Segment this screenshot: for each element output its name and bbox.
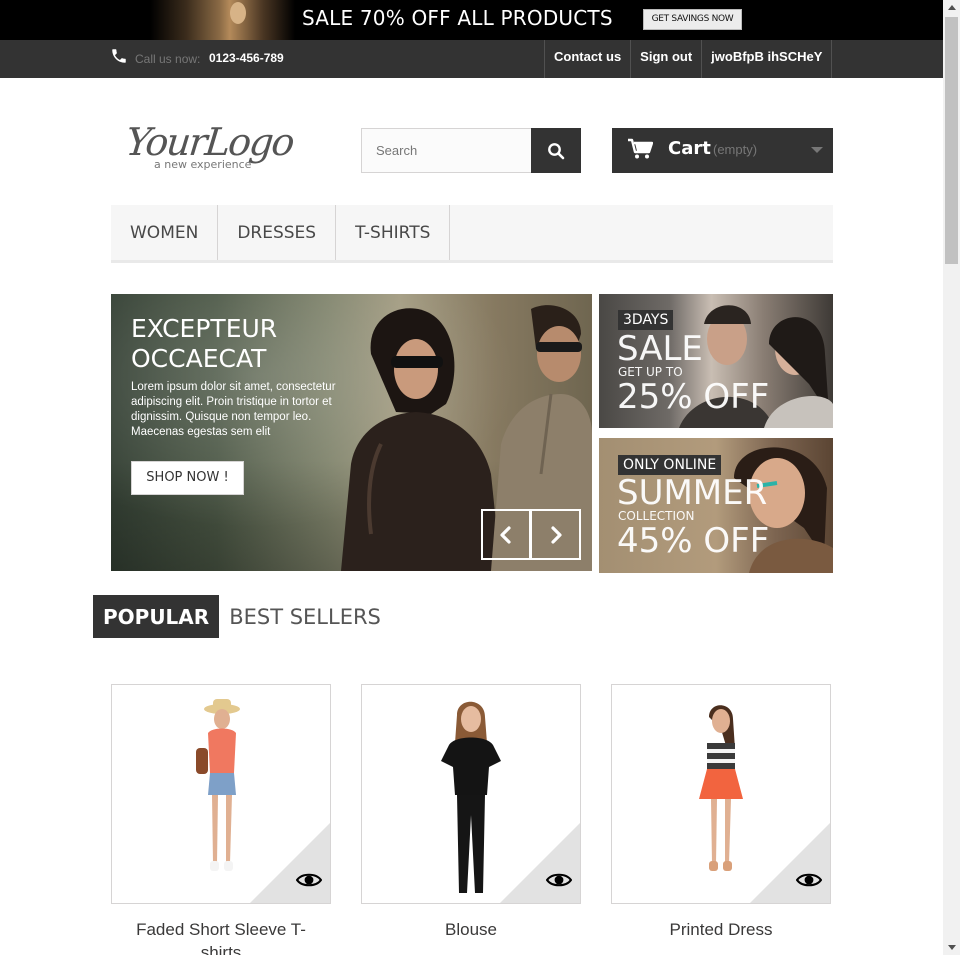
tile-tag-only-online: ONLY ONLINE	[618, 455, 722, 475]
search-form	[361, 128, 581, 173]
product-image[interactable]	[611, 684, 831, 904]
tile-summer-text: SUMMER	[617, 473, 768, 513]
promo-model-image	[150, 0, 295, 40]
slider-prev-button[interactable]	[481, 509, 531, 560]
promo-text: SALE 70% OFF ALL PRODUCTS	[302, 6, 613, 30]
logo-tagline: a new experience	[154, 158, 252, 171]
slide-title: EXCEPTEUR OCCAECAT	[131, 314, 278, 373]
cart-label: Cart	[668, 138, 711, 159]
slider-controls	[481, 509, 582, 560]
product-name[interactable]: Blouse	[361, 918, 581, 941]
phone-icon	[112, 49, 126, 63]
promo-banner[interactable]: SALE 70% OFF ALL PRODUCTS GET SAVINGS NO…	[0, 0, 943, 40]
search-button[interactable]	[531, 128, 581, 173]
phone-number: 0123-456-789	[209, 51, 284, 65]
promo-tile-sale[interactable]: 3DAYS SALE GET UP TO 25% OFF	[599, 294, 833, 428]
slider-next-button[interactable]	[531, 509, 581, 560]
get-savings-button[interactable]: GET SAVINGS NOW	[643, 9, 742, 30]
contact-us-link[interactable]: Contact us	[545, 40, 632, 78]
scrollbar-thumb[interactable]	[945, 17, 958, 264]
menu-item-tshirts[interactable]: T-SHIRTS	[336, 205, 451, 260]
scroll-up-arrow-icon[interactable]	[948, 5, 956, 10]
tile-tag-3days: 3DAYS	[618, 310, 674, 330]
product-photo	[196, 699, 240, 871]
caret-down-icon	[811, 147, 823, 153]
product-image[interactable]	[111, 684, 331, 904]
scroll-down-arrow-icon[interactable]	[948, 945, 956, 950]
top-nav-bar: Call us now: 0123-456-789 Contact us Sig…	[0, 40, 943, 78]
chevron-left-icon	[500, 525, 511, 544]
tile-25-off-text: 25% OFF	[617, 377, 770, 417]
product-image[interactable]	[361, 684, 581, 904]
page-scrollbar[interactable]	[943, 0, 960, 955]
call-label: Call us now:	[135, 52, 201, 66]
tab-best-sellers[interactable]: BEST SELLERS	[219, 595, 391, 638]
sign-out-link[interactable]: Sign out	[631, 40, 703, 78]
product-name[interactable]: Printed Dress	[611, 918, 831, 941]
shop-now-button[interactable]: SHOP NOW !	[131, 461, 244, 495]
tab-popular[interactable]: POPULAR	[93, 595, 220, 638]
quick-view-corner	[750, 823, 830, 903]
product-card[interactable]: Blouse	[361, 684, 581, 941]
product-name[interactable]: Faded Short Sleeve T-shirts	[111, 918, 331, 955]
product-card[interactable]: Printed Dress	[611, 684, 831, 941]
eye-icon[interactable]	[546, 871, 572, 889]
product-photo	[699, 705, 743, 871]
slide-description: Lorem ipsum dolor sit amet, consectetur …	[131, 381, 336, 438]
promo-tile-summer[interactable]: ONLY ONLINE SUMMER COLLECTION 45% OFF	[599, 438, 833, 573]
tile-sale-text: SALE	[617, 329, 703, 369]
cart-button[interactable]: Cart (empty)	[612, 128, 833, 173]
eye-icon[interactable]	[796, 871, 822, 889]
quick-view-corner	[250, 823, 330, 903]
product-tabs: POPULAR BEST SELLERS	[93, 595, 391, 638]
tile-45-off-text: 45% OFF	[617, 521, 770, 561]
product-photo	[441, 701, 501, 893]
homepage-slider: EXCEPTEUR OCCAECAT Lorem ipsum dolor sit…	[111, 294, 592, 571]
site-logo[interactable]: YourLogo a new experience	[124, 120, 306, 176]
quick-view-corner	[500, 823, 580, 903]
cart-status: (empty)	[713, 142, 758, 157]
search-icon	[548, 142, 565, 159]
search-input[interactable]	[361, 128, 532, 173]
product-card[interactable]: Faded Short Sleeve T-shirts	[111, 684, 331, 955]
account-name-link[interactable]: jwoBfpB ihSCHeY	[702, 40, 833, 78]
cart-icon	[628, 138, 653, 159]
chevron-right-icon	[550, 525, 562, 544]
menu-item-women[interactable]: WOMEN	[111, 205, 219, 260]
account-links: Contact us Sign out jwoBfpB ihSCHeY	[544, 40, 833, 78]
main-menu: WOMEN DRESSES T-SHIRTS	[111, 205, 833, 263]
eye-icon[interactable]	[296, 871, 322, 889]
menu-item-dresses[interactable]: DRESSES	[218, 205, 337, 260]
